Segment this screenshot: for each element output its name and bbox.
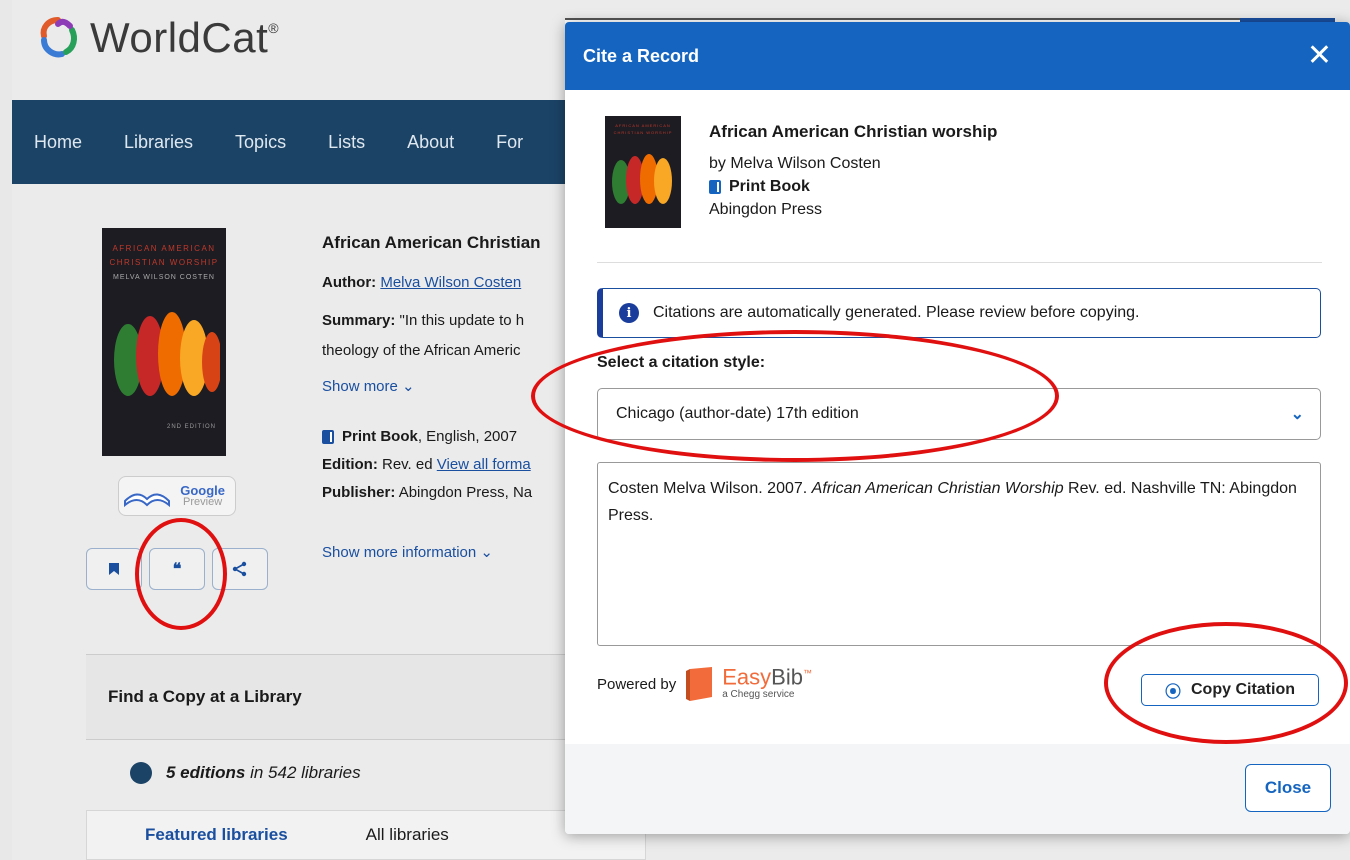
edition-label: Edition: [322,456,378,473]
modal-record-byline: by Melva Wilson Costen [709,155,881,172]
powered-by: Powered by EasyBib™ a Chegg service [597,664,812,704]
library-tabs: Featured libraries All libraries [86,810,646,860]
show-more-link[interactable]: Show more ⌄ [322,376,415,398]
citation-style-label: Select a citation style: [597,354,766,371]
copy-citation-label: Copy Citation [1191,681,1295,698]
citation-text: Costen Melva Wilson. 2007. [608,480,812,497]
publisher-value: Abingdon Press, Na [398,484,533,501]
bookmark-icon [109,563,119,575]
find-a-copy-heading: Find a Copy at a Library [86,654,646,740]
summary-text: "In this update to h [399,312,525,329]
citation-text-area[interactable]: Costen Melva Wilson. 2007. African Ameri… [597,462,1321,646]
modal-record-format: Print Book [709,175,997,198]
edition-value: Rev. ed [382,456,433,473]
paperclip-icon: ⦿ [1164,684,1181,701]
book-icon [709,179,721,194]
modal-cover-artwork [612,154,672,204]
modal-footer [565,744,1350,834]
nav-topics[interactable]: Topics [235,132,286,153]
nav-about[interactable]: About [407,132,454,153]
citation-style-value: Chicago (author-date) 17th edition [616,405,859,422]
format-detail: , English, 2007 [417,428,518,445]
modal-record-title: African American Christian worship [709,122,998,141]
nav-for[interactable]: For [496,132,523,153]
show-more-information-link[interactable]: Show more information ⌄ [322,542,493,564]
save-bookmark-button[interactable] [86,548,142,590]
modal-header: Cite a Record ✕ [565,22,1350,90]
cite-record-modal: Cite a Record ✕ AFRICAN AMERICAN CHRISTIA… [565,22,1350,834]
logo-text: WorldCat® [90,14,280,61]
record-title: African American Christian [322,233,541,252]
summary-text-2: theology of the African Americ [322,342,521,359]
libraries-count: in 542 libraries [245,763,361,782]
close-button[interactable]: Close [1245,764,1331,812]
cover-title: AFRICAN AMERICAN CHRISTIAN WORSHIP [109,244,219,267]
cover-author: MELVA WILSON COSTEN [113,274,215,281]
modal-cover-title: AFRICAN AMERICAN CHRISTIAN WORSHIP [613,123,673,135]
nav-home[interactable]: Home [34,132,82,153]
editions-summary[interactable]: 5 editions in 542 libraries [130,762,361,784]
modal-record-text: African American Christian worship by Me… [709,122,997,221]
author-label: Author: [322,274,377,291]
share-icon [232,561,247,577]
modal-record-publisher: Abingdon Press [709,201,822,218]
format-label: Print Book [342,428,418,445]
nav-lists[interactable]: Lists [328,132,365,153]
publisher-label: Publisher: [322,484,396,501]
author-link[interactable]: Melva Wilson Costen [380,274,521,291]
open-book-icon [124,493,170,508]
citation-notice: i Citations are automatically generated.… [597,288,1321,338]
info-icon: i [619,303,639,323]
quote-icon: ❝ [172,561,182,578]
nav-libraries[interactable]: Libraries [124,132,193,153]
google-preview-button[interactable]: Google Preview [118,476,236,516]
cite-button[interactable]: ❝ [149,548,205,590]
citation-style-select[interactable]: Chicago (author-date) 17th edition ⌄ [597,388,1321,440]
notice-text: Citations are automatically generated. P… [653,304,1140,321]
modal-title: Cite a Record [583,45,700,66]
globe-icon [130,762,152,784]
worldcat-logo-icon [40,17,77,58]
cover-edition: 2ND EDITION [166,424,216,430]
summary-label: Summary: [322,312,396,329]
cover-artwork [114,312,220,396]
view-all-formats-link[interactable]: View all forma [437,456,531,473]
easybib-logo[interactable]: EasyBib™ a Chegg service [686,664,812,704]
book-cover[interactable]: AFRICAN AMERICAN CHRISTIAN WORSHIP MELVA … [102,228,226,456]
tab-all-libraries[interactable]: All libraries [366,825,449,845]
share-button[interactable] [212,548,268,590]
book-icon [322,430,334,444]
editions-count: 5 editions [166,763,246,782]
modal-book-cover: AFRICAN AMERICAN CHRISTIAN WORSHIP [605,116,681,228]
powered-by-label: Powered by [597,675,677,693]
citation-title-italic: African American Christian Worship [811,480,1064,497]
worldcat-logo[interactable]: WorldCat® [34,14,279,62]
modal-divider [597,262,1322,263]
chevron-down-icon: ⌄ [1290,406,1304,423]
easybib-book-icon [686,667,713,702]
google-preview-line2: Preview [183,496,223,508]
tab-featured-libraries[interactable]: Featured libraries [145,825,288,845]
copy-citation-button[interactable]: ⦿ Copy Citation [1141,674,1319,706]
close-icon[interactable]: ✕ [1307,41,1332,71]
